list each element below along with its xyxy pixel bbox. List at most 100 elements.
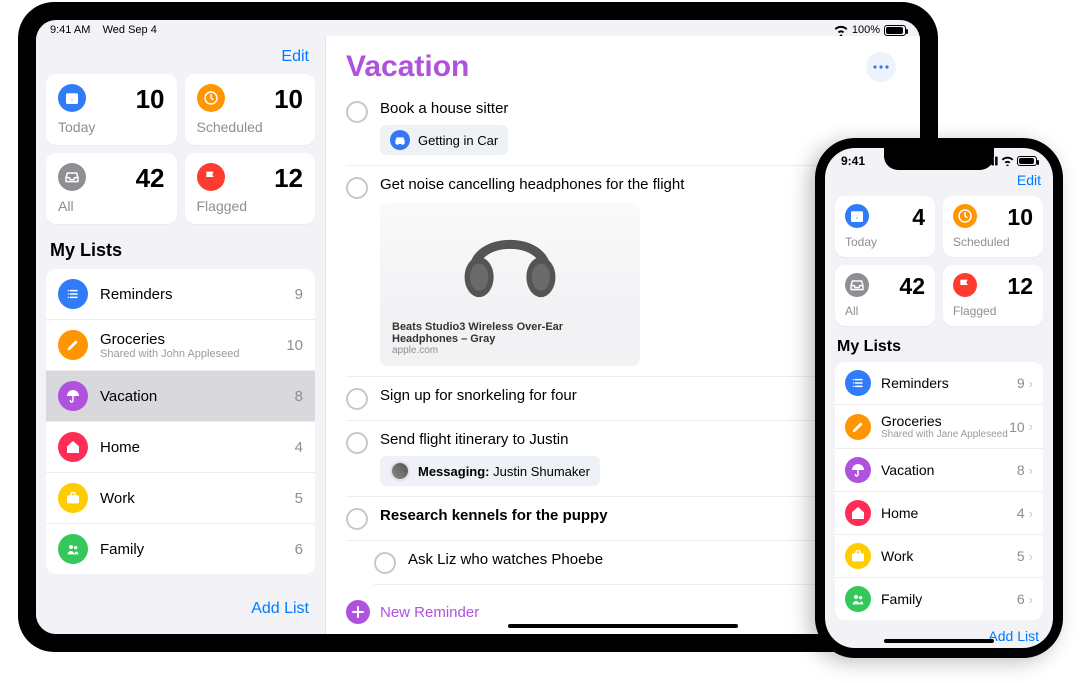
completion-circle[interactable] bbox=[346, 432, 368, 454]
wifi-icon bbox=[1001, 156, 1014, 166]
my-lists-header: My Lists bbox=[50, 240, 311, 261]
list-name: Home bbox=[100, 439, 295, 456]
smart-card-flagged[interactable]: 12 Flagged bbox=[185, 153, 316, 224]
ph-list-row-reminders[interactable]: Reminders 9 › bbox=[835, 362, 1043, 405]
flag-icon bbox=[953, 273, 977, 297]
umbrella-icon bbox=[58, 381, 88, 411]
list-row-groceries[interactable]: Groceries Shared with John Appleseed 10 bbox=[46, 320, 315, 371]
battery-icon bbox=[884, 25, 906, 36]
smart-count: 42 bbox=[136, 163, 165, 194]
list-row-reminders[interactable]: Reminders 9 bbox=[46, 269, 315, 320]
smart-count: 10 bbox=[274, 84, 303, 115]
iphone-statusbar: 9:41 bbox=[825, 148, 1053, 168]
smart-label: Scheduled bbox=[197, 119, 304, 135]
list-count: 6 bbox=[295, 541, 303, 558]
list-count: 5 bbox=[295, 490, 303, 507]
smart-count: 12 bbox=[274, 163, 303, 194]
location-tag[interactable]: Getting in Car bbox=[380, 125, 508, 155]
ph-home-indicator[interactable] bbox=[884, 639, 994, 643]
ipad-statusbar: 9:41 AM Wed Sep 4 100% bbox=[36, 20, 920, 36]
completion-circle[interactable] bbox=[346, 177, 368, 199]
list-row-home[interactable]: Home 4 bbox=[46, 422, 315, 473]
smart-card-all[interactable]: 42 All bbox=[46, 153, 177, 224]
chevron-right-icon: › bbox=[1029, 463, 1033, 478]
list-name: Work bbox=[100, 490, 295, 507]
smart-label: Today bbox=[58, 119, 165, 135]
smart-label: All bbox=[58, 198, 165, 214]
battery-percent: 100% bbox=[852, 24, 880, 36]
tag-text: Getting in Car bbox=[418, 133, 498, 148]
ph-status-time: 9:41 bbox=[841, 154, 865, 168]
pencil-icon bbox=[845, 414, 871, 440]
chevron-right-icon: › bbox=[1029, 506, 1033, 521]
smart-count: 10 bbox=[136, 84, 165, 115]
ph-list-row-vacation[interactable]: Vacation 8 › bbox=[835, 449, 1043, 492]
ph-add-list-button[interactable]: Add List bbox=[988, 628, 1039, 644]
ph-status-right bbox=[984, 154, 1037, 168]
status-time: 9:41 AM bbox=[50, 24, 90, 36]
list-count: 10 bbox=[286, 337, 303, 354]
list-row-family[interactable]: Family 6 bbox=[46, 524, 315, 574]
completion-circle[interactable] bbox=[346, 388, 368, 410]
headphones-image bbox=[380, 203, 640, 313]
pencil-icon bbox=[58, 330, 88, 360]
plus-icon bbox=[346, 600, 370, 624]
chevron-right-icon: › bbox=[1029, 549, 1033, 564]
completion-circle[interactable] bbox=[346, 508, 368, 530]
smart-card-today[interactable]: 10 Today bbox=[46, 74, 177, 145]
battery-icon bbox=[1017, 156, 1037, 166]
cellular-icon bbox=[984, 156, 998, 166]
list-count: 4 bbox=[295, 439, 303, 456]
ph-list-row-family[interactable]: Family 6 › bbox=[835, 578, 1043, 620]
list-row-work[interactable]: Work 5 bbox=[46, 473, 315, 524]
list-sub: Shared with John Appleseed bbox=[100, 348, 286, 360]
home-icon bbox=[58, 432, 88, 462]
list-row-vacation[interactable]: Vacation 8 bbox=[46, 371, 315, 422]
ph-list-row-groceries[interactable]: Groceries Shared with Jane Appleseed 10 … bbox=[835, 405, 1043, 449]
inbox-icon bbox=[58, 163, 86, 191]
list-count: 9 bbox=[295, 286, 303, 303]
people-icon bbox=[58, 534, 88, 564]
list-icon bbox=[845, 370, 871, 396]
contact-tag[interactable]: Messaging: Justin Shumaker bbox=[380, 456, 600, 486]
smart-card-scheduled[interactable]: 10 Scheduled bbox=[185, 74, 316, 145]
list-name: Vacation bbox=[100, 388, 295, 405]
flag-icon bbox=[197, 163, 225, 191]
smart-label: Flagged bbox=[197, 198, 304, 214]
reminder-row[interactable]: Book a house sitter Getting in Car bbox=[346, 90, 900, 166]
link-preview[interactable]: Beats Studio3 Wireless Over-Ear Headphon… bbox=[380, 203, 640, 366]
more-button[interactable] bbox=[866, 52, 896, 82]
home-indicator[interactable] bbox=[508, 624, 738, 628]
chevron-right-icon: › bbox=[1029, 592, 1033, 607]
list-icon bbox=[58, 279, 88, 309]
wifi-icon bbox=[834, 25, 848, 36]
iphone-device: 9:41 Edit 4 Today 10 Scheduled bbox=[815, 138, 1063, 658]
ph-smart-card-today[interactable]: 4 Today bbox=[835, 196, 935, 257]
car-icon bbox=[390, 130, 410, 150]
ph-list-row-home[interactable]: Home 4 › bbox=[835, 492, 1043, 535]
clock-icon bbox=[953, 204, 977, 228]
briefcase-icon bbox=[845, 543, 871, 569]
ph-smart-card-scheduled[interactable]: 10 Scheduled bbox=[943, 196, 1043, 257]
ph-smart-card-all[interactable]: 42 All bbox=[835, 265, 935, 326]
completion-circle[interactable] bbox=[374, 552, 396, 574]
ph-edit-button[interactable]: Edit bbox=[1017, 172, 1041, 188]
list-count: 8 bbox=[295, 388, 303, 405]
completion-circle[interactable] bbox=[346, 101, 368, 123]
briefcase-icon bbox=[58, 483, 88, 513]
ph-smart-card-flagged[interactable]: 12 Flagged bbox=[943, 265, 1043, 326]
chevron-right-icon: › bbox=[1029, 419, 1033, 434]
list-name: Groceries bbox=[100, 331, 286, 348]
add-list-button[interactable]: Add List bbox=[251, 600, 309, 618]
new-reminder-label: New Reminder bbox=[380, 604, 479, 621]
edit-button[interactable]: Edit bbox=[281, 48, 309, 66]
detail-title: Vacation bbox=[346, 50, 469, 84]
ph-list-row-work[interactable]: Work 5 › bbox=[835, 535, 1043, 578]
ph-my-lists-header: My Lists bbox=[837, 338, 1041, 356]
chevron-right-icon: › bbox=[1029, 376, 1033, 391]
people-icon bbox=[845, 586, 871, 612]
status-date: Wed Sep 4 bbox=[103, 24, 157, 36]
sidebar: Edit 10 Today 10 Scheduled 42 All bbox=[36, 36, 326, 634]
avatar bbox=[390, 461, 410, 481]
ipad-device: 9:41 AM Wed Sep 4 100% Edit bbox=[18, 2, 938, 652]
